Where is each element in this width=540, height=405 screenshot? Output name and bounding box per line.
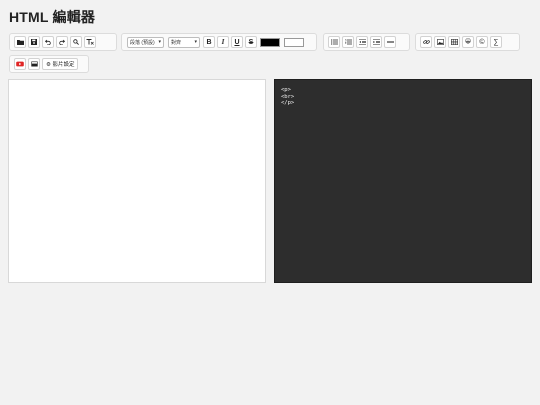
bold-icon: B	[206, 38, 212, 46]
background-color-picker[interactable]	[284, 37, 304, 47]
save-icon	[31, 39, 37, 45]
paragraph-select-value: 段落 (預設)	[130, 39, 155, 46]
media-icon	[30, 61, 38, 67]
horizontal-rule-button[interactable]	[384, 36, 396, 48]
html-source-editor[interactable]: <p> <br> </p>	[274, 79, 532, 283]
outdent-button[interactable]	[356, 36, 368, 48]
insert-formula-button[interactable]: ∑	[490, 36, 502, 48]
toolbar-group-lists	[323, 33, 410, 51]
strikethrough-icon: S	[248, 38, 254, 46]
video-settings-button[interactable]: ⚙ 影片設定	[42, 58, 79, 70]
save-button[interactable]	[28, 36, 40, 48]
underline-icon: U	[234, 38, 240, 46]
page-title: HTML 編輯器	[9, 9, 96, 25]
sigma-icon: ∑	[493, 38, 499, 46]
undo-button[interactable]	[42, 36, 54, 48]
numbered-list-button[interactable]	[342, 36, 354, 48]
bold-button[interactable]: B	[203, 36, 215, 48]
horizontal-rule-icon	[386, 41, 394, 43]
search-button[interactable]	[70, 36, 82, 48]
redo-button[interactable]	[56, 36, 68, 48]
clear-format-icon	[86, 39, 94, 45]
strikethrough-button[interactable]: S	[245, 36, 257, 48]
youtube-icon	[16, 61, 24, 67]
italic-button[interactable]: I	[217, 36, 229, 48]
copyright-icon: ©	[479, 38, 485, 46]
source-line: </p>	[281, 100, 295, 106]
folder-icon	[16, 40, 24, 45]
numbered-list-icon	[344, 39, 352, 45]
underline-button[interactable]: U	[231, 36, 243, 48]
video-settings-label: ⚙ 影片設定	[46, 62, 75, 68]
italic-icon: I	[221, 37, 225, 46]
chevron-down-icon: ▾	[194, 39, 197, 45]
toolbar-group-insert: 😀 © ∑	[415, 33, 520, 51]
insert-emoji-button[interactable]: 😀	[462, 36, 474, 48]
bullet-list-button[interactable]	[328, 36, 340, 48]
emoji-icon: 😀	[464, 39, 472, 45]
indent-icon	[372, 39, 380, 45]
paragraph-select[interactable]: 段落 (預設) ▾	[127, 36, 164, 48]
insert-video-button[interactable]	[14, 58, 26, 70]
search-icon	[73, 39, 79, 45]
chevron-down-icon: ▾	[158, 39, 161, 45]
align-select-value: 對齊	[171, 39, 182, 46]
clear-format-button[interactable]	[84, 36, 96, 48]
table-icon	[450, 39, 458, 45]
toolbar-group-format: 段落 (預設) ▾ 對齊 ▾ B I U S	[121, 33, 317, 51]
insert-table-button[interactable]	[448, 36, 460, 48]
text-color-picker[interactable]	[260, 37, 280, 47]
outdent-icon	[358, 39, 366, 45]
insert-image-button[interactable]	[434, 36, 446, 48]
insert-special-char-button[interactable]: ©	[476, 36, 488, 48]
insert-media-button[interactable]	[28, 58, 40, 70]
insert-link-button[interactable]	[420, 36, 432, 48]
undo-icon	[45, 39, 51, 45]
redo-icon	[59, 39, 65, 45]
link-icon	[422, 40, 430, 44]
image-icon	[436, 39, 444, 45]
wysiwyg-editor[interactable]	[8, 79, 266, 283]
bullet-list-icon	[330, 39, 338, 45]
align-select[interactable]: 對齊 ▾	[168, 36, 200, 48]
toolbar-group-media: ⚙ 影片設定	[9, 55, 89, 73]
indent-button[interactable]	[370, 36, 382, 48]
open-file-button[interactable]	[14, 36, 26, 48]
toolbar-group-file	[9, 33, 117, 51]
